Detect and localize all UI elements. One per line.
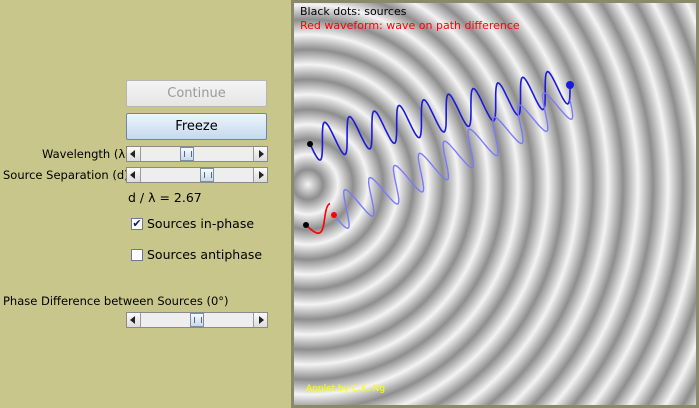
phase-slider-thumb[interactable] <box>190 313 204 327</box>
separation-label: Source Separation (d) <box>3 168 129 182</box>
inphase-checkbox[interactable]: ✔ <box>131 218 143 230</box>
phase-difference-label: Phase Difference between Sources (0°) <box>3 294 229 308</box>
interference-pattern <box>294 3 696 405</box>
slider-left-arrow-icon[interactable] <box>127 147 141 161</box>
path-difference-marker <box>331 212 337 218</box>
inphase-label: Sources in-phase <box>147 216 255 231</box>
slider-left-arrow-icon[interactable] <box>127 168 141 182</box>
slider-right-arrow-icon[interactable] <box>253 313 267 327</box>
wavelength-slider[interactable] <box>126 146 268 162</box>
antiphase-checkbox[interactable] <box>131 249 143 261</box>
antiphase-label: Sources antiphase <box>147 247 263 262</box>
phase-slider[interactable] <box>126 312 268 328</box>
wavelength-label: Wavelength (λ) <box>42 147 130 161</box>
source-1-dot <box>307 141 313 147</box>
source-2-dot <box>303 222 309 228</box>
slider-left-arrow-icon[interactable] <box>127 313 141 327</box>
separation-slider[interactable] <box>126 167 268 183</box>
wavelength-slider-thumb[interactable] <box>180 147 194 161</box>
separation-slider-thumb[interactable] <box>200 168 214 182</box>
slider-right-arrow-icon[interactable] <box>253 147 267 161</box>
legend-black-dots: Black dots: sources <box>300 5 407 18</box>
ratio-readout: d / λ = 2.67 <box>128 190 202 205</box>
slider-right-arrow-icon[interactable] <box>253 168 267 182</box>
observation-point-dot <box>566 81 574 89</box>
control-panel: Continue Freeze Wavelength (λ) Source Se… <box>0 0 291 408</box>
freeze-button[interactable]: Freeze <box>126 113 267 140</box>
legend-red-waveform: Red waveform: wave on path difference <box>300 19 520 32</box>
applet-credit: Applet by C.K. Ng <box>306 384 386 394</box>
interference-canvas[interactable]: Black dots: sources Red waveform: wave o… <box>291 0 699 408</box>
continue-button[interactable]: Continue <box>126 80 267 107</box>
interference-rings <box>294 3 696 405</box>
